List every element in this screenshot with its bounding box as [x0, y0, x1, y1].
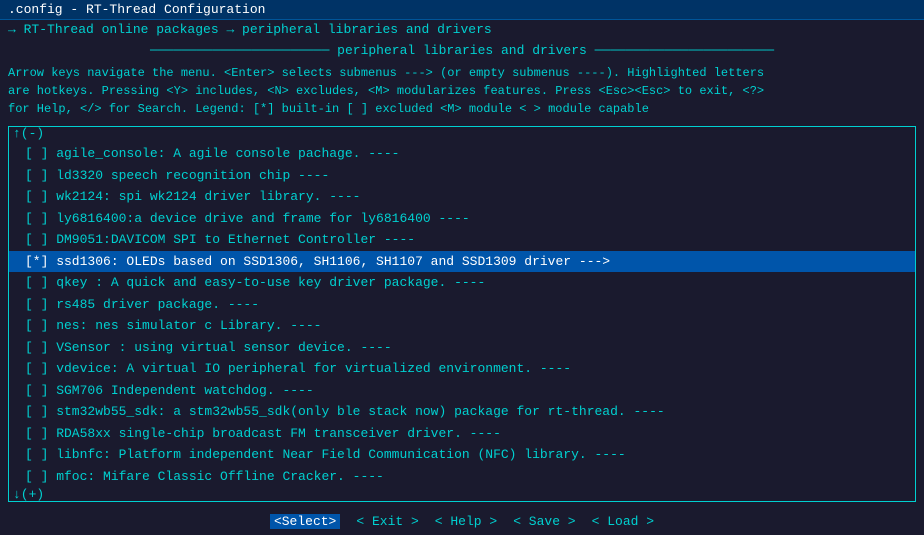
- help-line-2: are hotkeys. Pressing <Y> includes, <N> …: [8, 82, 916, 100]
- menu-items-list[interactable]: [ ] agile_console: A agile console pacha…: [9, 141, 915, 487]
- menu-item[interactable]: [ ] ld3320 speech recognition chip ----: [9, 165, 915, 187]
- help-line-3: for Help, </> for Search. Legend: [*] bu…: [8, 100, 916, 118]
- title-text: .config - RT-Thread Configuration: [8, 2, 265, 17]
- load-button[interactable]: < Load >: [592, 514, 654, 529]
- menu-item[interactable]: [ ] ly6816400:a device drive and frame f…: [9, 208, 915, 230]
- menu-item[interactable]: [ ] nes: nes simulator c Library. ----: [9, 315, 915, 337]
- menu-item[interactable]: [ ] wk2124: spi wk2124 driver library. -…: [9, 186, 915, 208]
- menu-item[interactable]: [ ] vdevice: A virtual IO peripheral for…: [9, 358, 915, 380]
- help-text: Arrow keys navigate the menu. <Enter> se…: [8, 64, 916, 118]
- title-bar: .config - RT-Thread Configuration: [0, 0, 924, 20]
- menu-top-label: ↑(-): [9, 126, 915, 141]
- main-content: ─────────────────────── peripheral libra…: [0, 39, 924, 506]
- exit-button[interactable]: < Exit >: [356, 514, 418, 529]
- save-button[interactable]: < Save >: [513, 514, 575, 529]
- menu-item[interactable]: [ ] rs485 driver package. ----: [9, 294, 915, 316]
- menu-item[interactable]: [ ] libnfc: Platform independent Near Fi…: [9, 444, 915, 466]
- help-line-1: Arrow keys navigate the menu. <Enter> se…: [8, 64, 916, 82]
- main-window: .config - RT-Thread Configuration → RT-T…: [0, 0, 924, 535]
- select-button[interactable]: <Select>: [270, 514, 340, 529]
- menu-item[interactable]: [ ] qkey : A quick and easy-to-use key d…: [9, 272, 915, 294]
- breadcrumb-text: RT-Thread online packages → peripheral l…: [24, 22, 492, 37]
- menu-item[interactable]: [ ] mfoc: Mifare Classic Offline Cracker…: [9, 466, 915, 488]
- breadcrumb: → RT-Thread online packages → peripheral…: [0, 20, 924, 39]
- menu-item[interactable]: [*] ssd1306: OLEDs based on SSD1306, SH1…: [9, 251, 915, 273]
- menu-item[interactable]: [ ] VSensor : using virtual sensor devic…: [9, 337, 915, 359]
- menu-item[interactable]: [ ] stm32wb55_sdk: a stm32wb55_sdk(only …: [9, 401, 915, 423]
- menu-bottom-label: ↓(+): [9, 487, 915, 502]
- menu-box: ↑(-) [ ] agile_console: A agile console …: [8, 126, 916, 502]
- help-button[interactable]: < Help >: [435, 514, 497, 529]
- section-title: ─────────────────────── peripheral libra…: [8, 43, 916, 58]
- menu-item[interactable]: [ ] SGM706 Independent watchdog. ----: [9, 380, 915, 402]
- footer: <Select> < Exit > < Help > < Save > < Lo…: [0, 506, 924, 535]
- menu-item[interactable]: [ ] DM9051:DAVICOM SPI to Ethernet Contr…: [9, 229, 915, 251]
- menu-item[interactable]: [ ] agile_console: A agile console pacha…: [9, 143, 915, 165]
- menu-item[interactable]: [ ] RDA58xx single-chip broadcast FM tra…: [9, 423, 915, 445]
- breadcrumb-arrow: →: [8, 22, 24, 37]
